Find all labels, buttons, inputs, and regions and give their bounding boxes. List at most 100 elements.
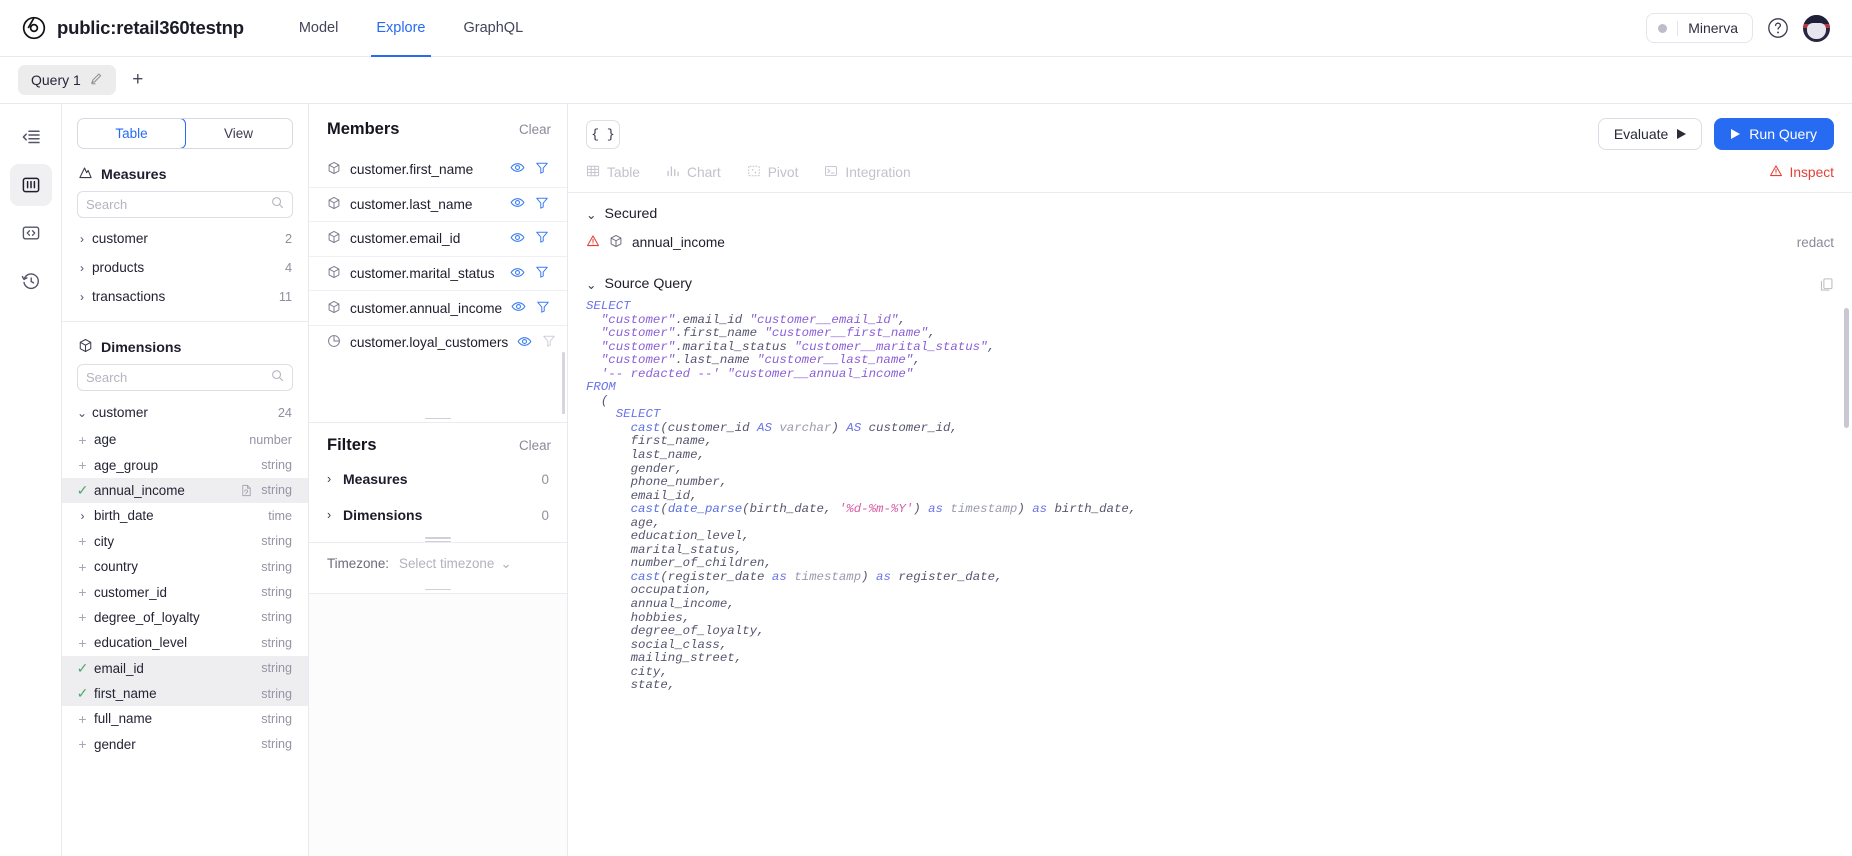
app-root: public:retail360testnp Model Explore Gra… xyxy=(0,0,1852,856)
filter-icon[interactable] xyxy=(535,265,549,282)
nav-item-explore[interactable]: Explore xyxy=(357,0,444,57)
member-row[interactable]: customer.marital_status xyxy=(309,255,567,291)
dimension-row-customer-id[interactable]: + customer_id string xyxy=(62,579,308,604)
tab-pivot[interactable]: Pivot xyxy=(747,164,798,181)
filters-clear-button[interactable]: Clear xyxy=(519,438,551,453)
timezone-select[interactable]: Select timezone ⌄ xyxy=(399,556,512,572)
inspect-button[interactable]: Inspect xyxy=(1769,164,1834,181)
top-navigation-bar: public:retail360testnp Model Explore Gra… xyxy=(0,0,1852,57)
sql-scrollbar-thumb[interactable] xyxy=(1844,308,1849,428)
dimension-row-education-level[interactable]: + education_level string xyxy=(62,630,308,655)
member-actions xyxy=(517,334,556,352)
collapse-sidebar-icon[interactable] xyxy=(10,116,52,158)
source-query-header[interactable]: ⌄ Source Query xyxy=(568,263,1852,300)
filter-icon[interactable] xyxy=(536,300,550,317)
dimension-row-city[interactable]: + city string xyxy=(62,529,308,554)
filter-group-dimensions[interactable]: › Dimensions 0 xyxy=(309,497,567,533)
measures-search-input[interactable] xyxy=(86,197,271,212)
toggle-view[interactable]: View xyxy=(185,119,292,148)
measures-cube-customer[interactable]: › customer 2 xyxy=(62,224,308,253)
dimension-row-annual-income[interactable]: ✓ annual_income string xyxy=(62,477,308,504)
json-query-button[interactable]: { } xyxy=(586,119,620,149)
dimension-label: city xyxy=(94,533,115,549)
chevron-down-icon: ⌄ xyxy=(586,207,597,222)
dimension-row-age[interactable]: + age number xyxy=(62,427,308,452)
columns-panel-icon[interactable] xyxy=(9,164,52,206)
edit-pencil-icon[interactable] xyxy=(90,72,103,88)
member-row[interactable]: customer.annual_income xyxy=(309,290,567,325)
tab-integration[interactable]: Integration xyxy=(824,164,911,181)
filter-icon[interactable] xyxy=(535,230,549,247)
query-tabs-bar: Query 1 + xyxy=(0,57,1852,104)
filter-group-measures[interactable]: › Measures 0 xyxy=(309,461,567,497)
dimensions-title: Dimensions xyxy=(101,339,182,356)
measures-cube-transactions[interactable]: › transactions 11 xyxy=(62,282,308,311)
evaluate-button[interactable]: Evaluate xyxy=(1597,118,1703,150)
eye-icon[interactable] xyxy=(510,265,525,283)
filter-icon[interactable] xyxy=(535,196,549,213)
dimension-row-gender[interactable]: + gender string xyxy=(62,732,308,757)
tab-table[interactable]: Table xyxy=(586,164,640,181)
results-toolbar: { } Evaluate Run Query xyxy=(568,104,1852,150)
dimension-type: string xyxy=(261,737,292,752)
eye-icon[interactable] xyxy=(511,299,526,317)
members-panel: Members Clear customer.first_name custom… xyxy=(309,104,568,856)
dimensions-search[interactable] xyxy=(77,364,293,391)
environment-label: Minerva xyxy=(1688,20,1738,36)
dimension-row-full-name[interactable]: + full_name string xyxy=(62,706,308,731)
help-circle-icon[interactable] xyxy=(1767,17,1789,39)
user-avatar[interactable] xyxy=(1803,14,1830,42)
measures-search[interactable] xyxy=(77,191,293,218)
filter-icon[interactable] xyxy=(535,161,549,178)
measure-pie-icon xyxy=(327,334,341,351)
dimension-row-birth-date[interactable]: › birth_date time xyxy=(62,503,308,528)
dimension-row-degree-of-loyalty[interactable]: + degree_of_loyalty string xyxy=(62,605,308,630)
members-clear-button[interactable]: Clear xyxy=(519,122,551,137)
code-brackets-icon[interactable] xyxy=(10,212,52,254)
copy-icon[interactable] xyxy=(1819,277,1834,292)
nav-item-model[interactable]: Model xyxy=(280,0,358,57)
measures-section-header: Measures xyxy=(62,149,308,191)
query-tab-1[interactable]: Query 1 xyxy=(18,65,116,95)
source-query-code-area[interactable]: SELECT "customer".email_id "customer__em… xyxy=(568,300,1852,856)
status-dot-icon xyxy=(1658,23,1668,33)
filter-group-count: 0 xyxy=(541,471,549,487)
environment-selector[interactable]: Minerva xyxy=(1646,13,1753,43)
dimension-row-age-group[interactable]: + age_group string xyxy=(62,452,308,477)
panel-resize-handle[interactable] xyxy=(309,533,567,542)
dimensions-list[interactable]: ⌄ customer 24 + age number + age_group s… xyxy=(62,391,308,856)
bar-chart-icon xyxy=(666,164,680,181)
secured-section-header[interactable]: ⌄ Secured xyxy=(568,193,1852,230)
sql-scrollbar[interactable] xyxy=(1844,308,1849,848)
member-row[interactable]: customer.first_name xyxy=(309,152,567,187)
member-row[interactable]: customer.email_id xyxy=(309,221,567,256)
add-query-tab-button[interactable]: + xyxy=(122,65,154,95)
dimension-row-first-name[interactable]: ✓ first_name string xyxy=(62,680,308,707)
run-query-button[interactable]: Run Query xyxy=(1714,118,1834,150)
eye-icon[interactable] xyxy=(517,334,532,352)
results-panel: { } Evaluate Run Query Table Chart Pivot… xyxy=(568,104,1852,856)
measures-cube-products[interactable]: › products 4 xyxy=(62,253,308,282)
members-scrollbar[interactable] xyxy=(562,352,565,414)
dimensions-search-input[interactable] xyxy=(86,370,271,385)
eye-icon[interactable] xyxy=(510,160,525,178)
tab-chart[interactable]: Chart xyxy=(666,164,721,181)
member-row[interactable]: customer.last_name xyxy=(309,186,567,222)
member-label: customer.email_id xyxy=(350,231,461,247)
chevron-right-icon: › xyxy=(327,508,332,523)
eye-icon[interactable] xyxy=(510,195,525,213)
dimension-row-country[interactable]: + country string xyxy=(62,554,308,579)
eye-icon[interactable] xyxy=(510,230,525,248)
member-row[interactable]: customer.loyal_customers xyxy=(309,324,567,360)
member-label: customer.annual_income xyxy=(350,300,503,316)
panel-resize-handle[interactable] xyxy=(309,414,567,423)
toggle-table[interactable]: Table xyxy=(78,119,186,148)
dimension-row-email-id[interactable]: ✓ email_id string xyxy=(62,655,308,681)
history-clock-icon[interactable] xyxy=(10,260,52,302)
sql-code: SELECT "customer".email_id "customer__em… xyxy=(586,300,1137,693)
cube-icon xyxy=(609,234,623,251)
panel-resize-handle[interactable] xyxy=(309,585,567,594)
dimensions-cube-customer[interactable]: ⌄ customer 24 xyxy=(62,398,308,427)
tab-label: Table xyxy=(607,165,640,180)
nav-item-graphql[interactable]: GraphQL xyxy=(445,0,543,57)
